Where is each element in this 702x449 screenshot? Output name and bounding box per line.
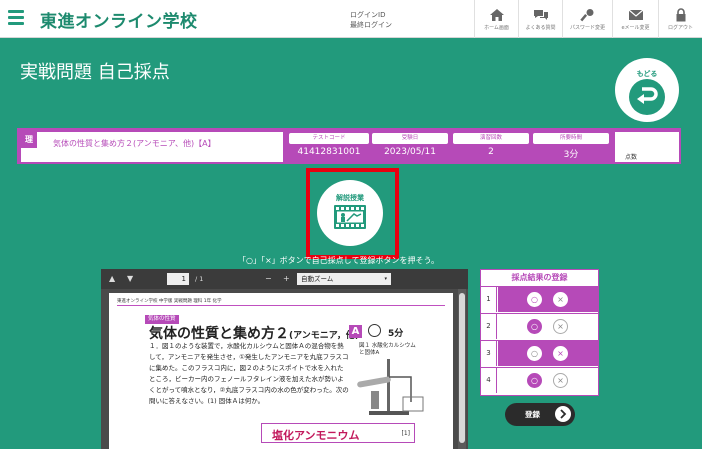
score-cells: ○ × xyxy=(498,368,598,393)
zoom-select-value: 自動ズーム xyxy=(301,275,334,283)
nav-faq-label: よくある質問 xyxy=(525,24,556,31)
chevron-right-icon xyxy=(555,406,571,422)
last-login-label: 最終ログイン xyxy=(350,21,392,29)
incorrect-button[interactable]: × xyxy=(553,292,568,307)
doc-title-main: 気体の性質と集め方２ xyxy=(149,326,289,342)
menu-icon[interactable] xyxy=(8,10,24,26)
doc-header: 東進オンライン学校 中学版 実戦問題 理科 1年 化学 xyxy=(117,299,222,304)
problem-info-bar: 理 気体の性質と集め方２(アンモニア、他)【A】 テストコード 41412831… xyxy=(17,128,681,164)
practice-count-label: 演習回数 xyxy=(453,133,529,144)
nav-email-button[interactable]: eメール変更 xyxy=(612,0,658,38)
score-cells: ○ × xyxy=(498,314,598,339)
question-body: １．図１のような装置で，水酸化カルシウムと固体Ａの混合物を熱して，アンモニアを発… xyxy=(149,342,349,405)
score-label: 点数 xyxy=(625,154,638,161)
score-row: 3 ○ × xyxy=(481,340,598,366)
practice-count-value: 2 xyxy=(488,147,494,157)
prev-page-icon[interactable]: ▲ xyxy=(109,274,115,283)
question-number: 4 xyxy=(481,368,497,393)
pdf-page: 東進オンライン学校 中学版 実戦問題 理科 1年 化学 気体の性質 気体の性質と… xyxy=(109,293,453,449)
score-panel-title: 採点結果の登録 xyxy=(511,273,568,282)
register-button[interactable]: 登録 xyxy=(505,403,575,426)
nav-logout-button[interactable]: ログアウト xyxy=(658,0,702,38)
return-arrow-icon xyxy=(629,79,665,115)
mail-icon xyxy=(628,9,643,20)
score-cells: ○ × xyxy=(498,287,598,312)
page-total: / 1 xyxy=(195,275,204,283)
incorrect-button[interactable]: × xyxy=(553,319,568,334)
nav-home-label: ホーム画面 xyxy=(484,24,509,31)
incorrect-button[interactable]: × xyxy=(553,373,568,388)
test-code-cell: テストコード 41412831001 xyxy=(289,133,369,161)
page-number-input[interactable]: 1 xyxy=(167,273,189,285)
nav-logout-label: ログアウト xyxy=(667,24,693,31)
login-info: ログインID 最終ログイン xyxy=(350,10,392,30)
score-register-panel: 採点結果の登録 1 ○ × 2 ○ × 3 ○ × 4 ○ × xyxy=(480,269,599,396)
time-spent-value: 3分 xyxy=(563,150,579,160)
incorrect-button[interactable]: × xyxy=(553,346,568,361)
clock-icon xyxy=(368,324,381,337)
time-limit: 5分 xyxy=(388,329,404,339)
nav-password-button[interactable]: パスワード変更 xyxy=(562,0,612,38)
zoom-in-icon[interactable]: + xyxy=(283,274,290,283)
chat-icon xyxy=(533,9,548,20)
doc-divider xyxy=(117,305,445,306)
question-number: 3 xyxy=(481,341,497,366)
zoom-out-icon[interactable]: − xyxy=(265,274,272,283)
time-spent-cell: 所要時間 3分 xyxy=(533,133,609,161)
pdf-toolbar: ▲ ▼ 1 / 1 − + 自動ズーム ▾ xyxy=(101,269,468,289)
nav-password-label: パスワード変更 xyxy=(569,24,605,31)
exam-date-label: 受験日 xyxy=(372,133,448,144)
problem-title-cell: 理 気体の性質と集め方２(アンモニア、他)【A】 xyxy=(21,132,283,162)
login-id-label: ログインID xyxy=(350,11,386,19)
practice-count-cell: 演習回数 2 xyxy=(453,133,529,161)
lab-apparatus-illustration xyxy=(357,359,424,415)
level-badge: A xyxy=(349,325,362,338)
header-nav: ホーム画面 よくある質問 パスワード変更 eメール変更 ログアウト xyxy=(474,0,702,38)
lock-icon xyxy=(676,7,685,21)
score-cells: ○ × xyxy=(498,341,598,366)
register-button-label: 登録 xyxy=(525,410,540,419)
test-code-label: テストコード xyxy=(289,133,369,144)
correct-button[interactable]: ○ xyxy=(527,346,542,361)
chevron-down-icon: ▾ xyxy=(384,276,387,282)
answer-text: 塩化アンモニウム xyxy=(272,429,360,442)
exam-date-cell: 受験日 2023/05/11 xyxy=(372,133,448,161)
answer-box: 塩化アンモニウム [1] xyxy=(261,423,415,443)
doc-title: 気体の性質と集め方２(アンモニア，他) xyxy=(149,323,359,343)
score-row: 4 ○ × xyxy=(481,367,598,393)
pdf-scrollbar[interactable] xyxy=(458,289,466,449)
nav-faq-button[interactable]: よくある質問 xyxy=(518,0,562,38)
brand-logo[interactable]: 東進オンライン学校 xyxy=(40,7,198,32)
answer-number: [1] xyxy=(401,430,411,437)
page-title: 実戦問題 自己採点 xyxy=(20,62,170,83)
correct-button[interactable]: ○ xyxy=(527,373,542,388)
score-cell: 点数 xyxy=(615,132,679,162)
time-spent-label: 所要時間 xyxy=(533,133,609,144)
back-button-label: もどる xyxy=(636,70,658,78)
question-number: 1 xyxy=(481,287,497,312)
home-icon xyxy=(489,8,504,21)
correct-button[interactable]: ○ xyxy=(527,319,542,334)
subject-badge: 理 xyxy=(21,132,37,148)
key-icon xyxy=(579,8,593,21)
test-code-value: 41412831001 xyxy=(297,147,361,157)
zoom-select[interactable]: 自動ズーム ▾ xyxy=(297,273,391,285)
highlight-box xyxy=(306,168,399,259)
correct-button[interactable]: ○ xyxy=(527,292,542,307)
scrollbar-thumb[interactable] xyxy=(459,293,465,443)
nav-email-label: eメール変更 xyxy=(621,24,650,31)
pdf-viewer[interactable]: ▲ ▼ 1 / 1 − + 自動ズーム ▾ 東進オンライン学校 中学版 実戦問題… xyxy=(101,269,468,449)
score-row: 1 ○ × xyxy=(481,286,598,312)
nav-home-button[interactable]: ホーム画面 xyxy=(474,0,518,38)
score-row: 2 ○ × xyxy=(481,313,598,339)
next-page-icon[interactable]: ▼ xyxy=(127,274,133,283)
exam-date-value: 2023/05/11 xyxy=(384,147,436,157)
back-button[interactable]: もどる xyxy=(615,58,679,122)
instruction-text: 「○」「×」ボタンで自己採点して登録ボタンを押そう。 xyxy=(238,256,439,265)
header-bar: 東進オンライン学校 ログインID 最終ログイン ホーム画面 よくある質問 パスワ… xyxy=(0,0,702,38)
question-number: 2 xyxy=(481,314,497,339)
problem-title: 気体の性質と集め方２(アンモニア、他)【A】 xyxy=(53,139,216,148)
figure-label: 図１ 水酸化カルシウムと固体A xyxy=(359,343,416,356)
